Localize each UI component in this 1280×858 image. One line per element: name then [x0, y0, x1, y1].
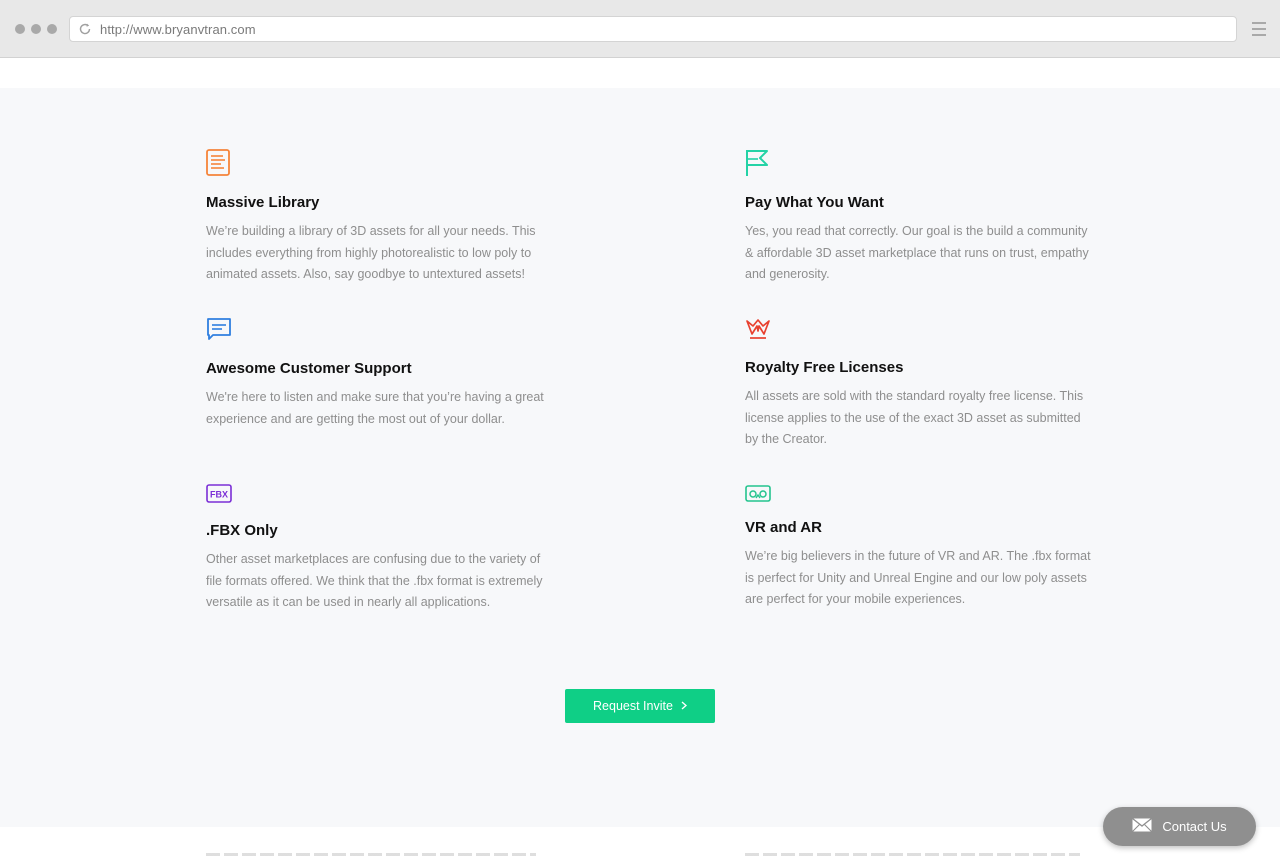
feature-description: We’re building a library of 3D assets fo…	[206, 224, 536, 281]
window-controls	[15, 24, 57, 34]
window-control-dot[interactable]	[47, 24, 57, 34]
next-section-text-peek	[745, 853, 1080, 856]
feature-title: Massive Library	[206, 194, 320, 211]
hamburger-menu-icon[interactable]	[1252, 21, 1266, 37]
feature-customer-support: Awesome Customer Support We're here to l…	[206, 317, 556, 437]
window-control-dot[interactable]	[15, 24, 25, 34]
reload-icon[interactable]	[70, 17, 100, 41]
next-section-text-peek	[206, 853, 536, 856]
feature-title: Pay What You Want	[745, 194, 884, 211]
feature-title: VR and AR	[745, 519, 822, 536]
page-top-strip	[0, 59, 1280, 88]
document-icon	[206, 149, 234, 177]
feature-description: We're here to listen and make sure that …	[206, 390, 544, 426]
browser-toolbar: http://www.bryanvtran.com	[0, 0, 1280, 58]
feature-massive-library: Massive Library We’re building a library…	[206, 149, 556, 289]
chat-bubble-icon	[206, 317, 234, 345]
chevron-right-icon	[681, 699, 688, 713]
vr-headset-icon	[745, 484, 771, 504]
address-bar[interactable]: http://www.bryanvtran.com	[69, 16, 1237, 42]
contact-us-button[interactable]: Contact Us	[1103, 807, 1256, 846]
request-invite-button[interactable]: Request Invite	[565, 689, 715, 723]
fbx-icon-text: FBX	[210, 490, 228, 500]
contact-us-label: Contact Us	[1162, 819, 1227, 834]
request-invite-label: Request Invite	[593, 699, 673, 713]
feature-title: Awesome Customer Support	[206, 360, 412, 377]
feature-title: Royalty Free Licenses	[745, 359, 904, 376]
feature-description: All assets are sold with the standard ro…	[745, 389, 1084, 446]
feature-description: Yes, you read that correctly. Our goal i…	[745, 224, 1089, 281]
feature-vr-ar: VR and AR We’re big believers in the fut…	[745, 484, 1095, 624]
fbx-icon: FBX	[206, 484, 232, 504]
url-text: http://www.bryanvtran.com	[100, 21, 256, 37]
feature-pay-what-you-want: Pay What You Want Yes, you read that cor…	[745, 149, 1095, 289]
page-bottom-strip	[0, 827, 1280, 858]
window-control-dot[interactable]	[31, 24, 41, 34]
feature-royalty-free: Royalty Free Licenses All assets are sol…	[745, 317, 1095, 457]
envelope-icon	[1132, 817, 1153, 835]
crown-icon	[745, 317, 773, 345]
flag-icon	[745, 149, 773, 177]
feature-title: .FBX Only	[206, 522, 278, 539]
feature-description: We’re big believers in the future of VR …	[745, 549, 1091, 606]
feature-fbx-only: FBX .FBX Only Other asset marketplaces a…	[206, 484, 556, 624]
feature-description: Other asset marketplaces are confusing d…	[206, 552, 543, 609]
